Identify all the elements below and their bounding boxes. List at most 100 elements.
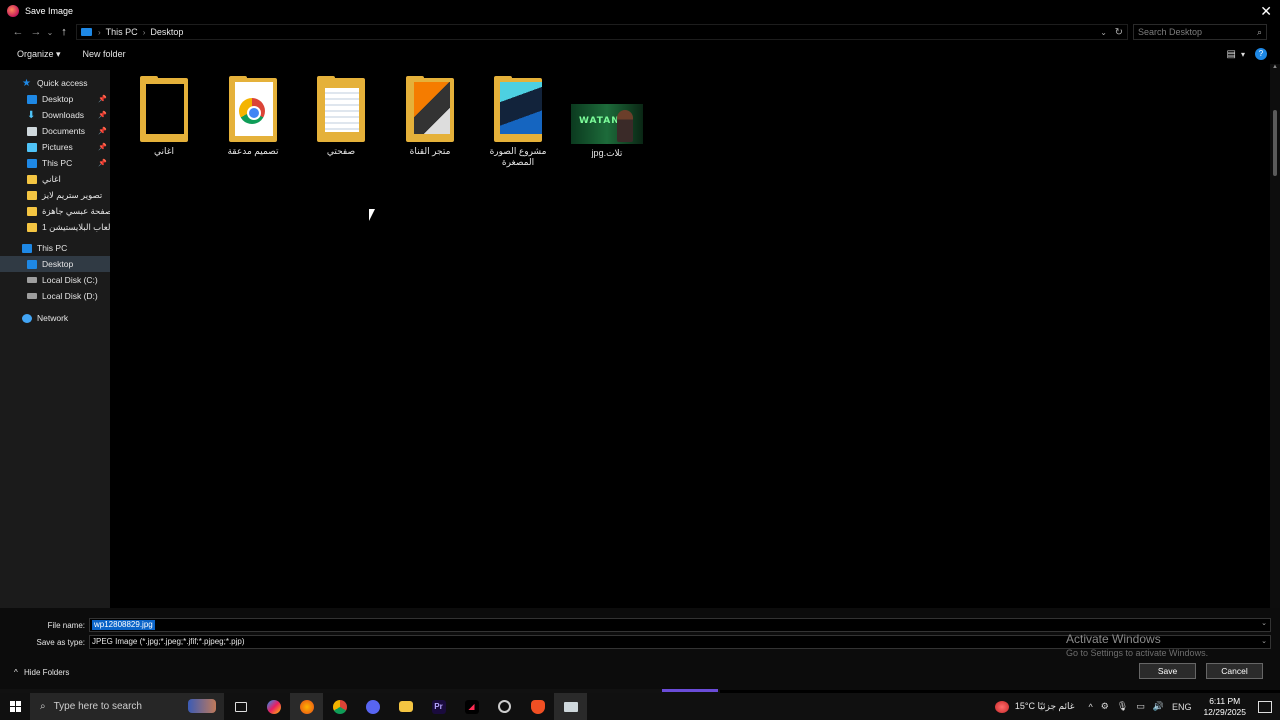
- breadcrumb-desktop[interactable]: Desktop: [150, 27, 183, 37]
- cancel-button[interactable]: Cancel: [1206, 663, 1263, 679]
- folder-tile[interactable]: متجر القناة: [388, 76, 472, 157]
- sidebar-item-folder[interactable]: العاب البلايستيشن 1 -: [0, 219, 110, 235]
- volume-icon[interactable]: 🔊: [1153, 701, 1164, 712]
- chrome-icon[interactable]: [323, 693, 356, 720]
- vertical-scrollbar[interactable]: ▲: [1270, 64, 1280, 608]
- sidebar-item-local-disk-c[interactable]: Local Disk (C:): [0, 272, 110, 288]
- search-icon[interactable]: ⌕: [1257, 25, 1262, 39]
- organize-button[interactable]: Organize ▾: [17, 49, 61, 60]
- file-name: متجر القناة: [409, 146, 451, 156]
- scrollbar-thumb[interactable]: [1273, 110, 1277, 176]
- title-bar: Save Image ✕: [0, 0, 1280, 22]
- breadcrumb-separator: ›: [98, 27, 101, 37]
- file-explorer-icon[interactable]: [389, 693, 422, 720]
- address-row: ← → ⌄ ↑ › This PC › Desktop ⌄ ↻ Search D…: [0, 22, 1280, 42]
- chevron-down-icon[interactable]: ⌄: [1261, 636, 1267, 648]
- sidebar-item-label: This PC: [42, 158, 73, 168]
- sidebar-item-quick-access[interactable]: ★ Quick access: [0, 75, 110, 91]
- sidebar-item-folder[interactable]: تصوير ستريم لايز: [0, 187, 110, 203]
- folder-icon: [138, 76, 190, 142]
- sidebar-item-label: العاب البلايستيشن 1 -: [42, 221, 110, 232]
- save-button[interactable]: Save: [1139, 663, 1196, 679]
- discord-icon[interactable]: [356, 693, 389, 720]
- chevron-up-icon[interactable]: ^: [1088, 702, 1092, 712]
- firefox-icon[interactable]: [290, 693, 323, 720]
- folder-icon: [27, 174, 37, 184]
- close-icon[interactable]: ✕: [1260, 3, 1272, 20]
- activation-watermark: Activate Windows: [1066, 632, 1161, 646]
- capcut-icon[interactable]: ◢: [455, 693, 488, 720]
- sidebar-item-folder[interactable]: ير صفحة عبسي جاهزة: [0, 203, 110, 219]
- chevron-up-icon: ^: [14, 668, 18, 677]
- microphone-icon[interactable]: 🎙: [1117, 701, 1128, 712]
- search-placeholder: Search Desktop: [1138, 27, 1203, 37]
- breadcrumb-this-pc[interactable]: This PC: [106, 27, 138, 37]
- file-name-field[interactable]: wp12808829.jpg ⌄: [89, 618, 1271, 632]
- help-icon[interactable]: ?: [1255, 48, 1267, 60]
- sidebar-item-label: Local Disk (D:): [42, 291, 98, 301]
- search-input[interactable]: Search Desktop ⌕: [1133, 24, 1267, 40]
- desktop-icon: [27, 259, 37, 269]
- thumbnail-text: WATAN: [579, 116, 620, 126]
- sidebar-item-this-pc-pinned[interactable]: This PC 📌: [0, 155, 110, 171]
- refresh-icon[interactable]: ↻: [1115, 27, 1123, 38]
- scroll-up-icon[interactable]: ▲: [1270, 64, 1280, 70]
- chevron-down-icon[interactable]: ⌄: [1261, 619, 1267, 627]
- folder-tile[interactable]: اغاني: [122, 76, 206, 157]
- folder-tile[interactable]: تصميم مدعقة: [211, 76, 295, 157]
- forward-arrow-icon[interactable]: →: [27, 26, 45, 38]
- notifications-icon[interactable]: [1258, 700, 1272, 713]
- dialog-window-icon[interactable]: [554, 693, 587, 720]
- save-type-value: JPEG Image (*.jpg;*.jpeg;*.jfif;*.pjpeg;…: [92, 637, 245, 646]
- premiere-pro-icon[interactable]: Pr: [422, 693, 455, 720]
- back-arrow-icon[interactable]: ←: [9, 26, 27, 38]
- sidebar-item-desktop-selected[interactable]: Desktop: [0, 256, 110, 272]
- folder-tile[interactable]: صفحتي: [299, 76, 383, 157]
- hide-folders-button[interactable]: ^ Hide Folders: [14, 668, 69, 677]
- sidebar-item-downloads[interactable]: ⬇ Downloads 📌: [0, 107, 110, 123]
- view-dropdown-icon[interactable]: ▾: [1241, 50, 1245, 59]
- search-icon: ⌕: [40, 701, 46, 712]
- language-indicator[interactable]: ENG: [1172, 702, 1192, 712]
- shield-icon[interactable]: ⚙: [1101, 701, 1109, 712]
- up-arrow-icon[interactable]: ↑: [55, 26, 73, 38]
- sidebar-item-folder[interactable]: اغاني: [0, 171, 110, 187]
- network-icon[interactable]: ▭: [1136, 701, 1145, 712]
- copilot-icon[interactable]: [257, 693, 290, 720]
- sidebar-item-desktop[interactable]: Desktop 📌: [0, 91, 110, 107]
- sidebar-item-local-disk-d[interactable]: Local Disk (D:): [0, 288, 110, 304]
- folder-icon: [404, 76, 456, 142]
- start-button[interactable]: [0, 693, 30, 720]
- recent-locations-icon[interactable]: ⌄: [45, 28, 55, 37]
- downloads-icon: ⬇: [27, 109, 36, 121]
- file-name-value: wp12808829.jpg: [92, 620, 155, 630]
- weather-widget[interactable]: 15°C غائم جزئيًا: [994, 700, 1074, 713]
- sidebar-item-label: تصوير ستريم لايز: [42, 189, 103, 200]
- view-options-icon[interactable]: ▤: [1227, 49, 1236, 60]
- file-name: تصميم مدعقة: [227, 146, 279, 156]
- save-form: File name: wp12808829.jpg ⌄ Save as type…: [0, 608, 1280, 690]
- sidebar-item-this-pc[interactable]: This PC: [0, 240, 110, 256]
- windows-logo-icon: [9, 701, 21, 712]
- pin-icon: 📌: [98, 144, 107, 151]
- pin-icon: 📌: [98, 112, 107, 119]
- brave-icon[interactable]: [521, 693, 554, 720]
- address-dropdown-icon[interactable]: ⌄: [1100, 28, 1107, 37]
- sidebar-item-label: اغاني: [42, 173, 61, 184]
- clock[interactable]: 6:11 PM 12/29/2025: [1203, 696, 1246, 718]
- documents-icon: [27, 126, 37, 136]
- sidebar-item-network[interactable]: Network: [0, 310, 110, 326]
- folder-icon: [27, 190, 37, 200]
- this-pc-icon: [27, 158, 37, 168]
- address-bar[interactable]: › This PC › Desktop ⌄ ↻: [76, 24, 1128, 40]
- sidebar-item-pictures[interactable]: Pictures 📌: [0, 139, 110, 155]
- taskbar-search[interactable]: ⌕ Type here to search: [30, 693, 224, 720]
- task-view-icon[interactable]: [224, 693, 257, 720]
- weather-icon: [994, 700, 1009, 713]
- image-file-tile[interactable]: WATAN تلات.jpg: [565, 76, 649, 159]
- folder-tile[interactable]: مشروع الصورة المصغرة: [476, 76, 560, 168]
- sidebar-item-documents[interactable]: Documents 📌: [0, 123, 110, 139]
- system-tray: 15°C غائم جزئيًا ^ ⚙ 🎙 ▭ 🔊 ENG 6:11 PM 1…: [994, 693, 1280, 720]
- new-folder-button[interactable]: New folder: [83, 49, 126, 59]
- obs-icon[interactable]: [488, 693, 521, 720]
